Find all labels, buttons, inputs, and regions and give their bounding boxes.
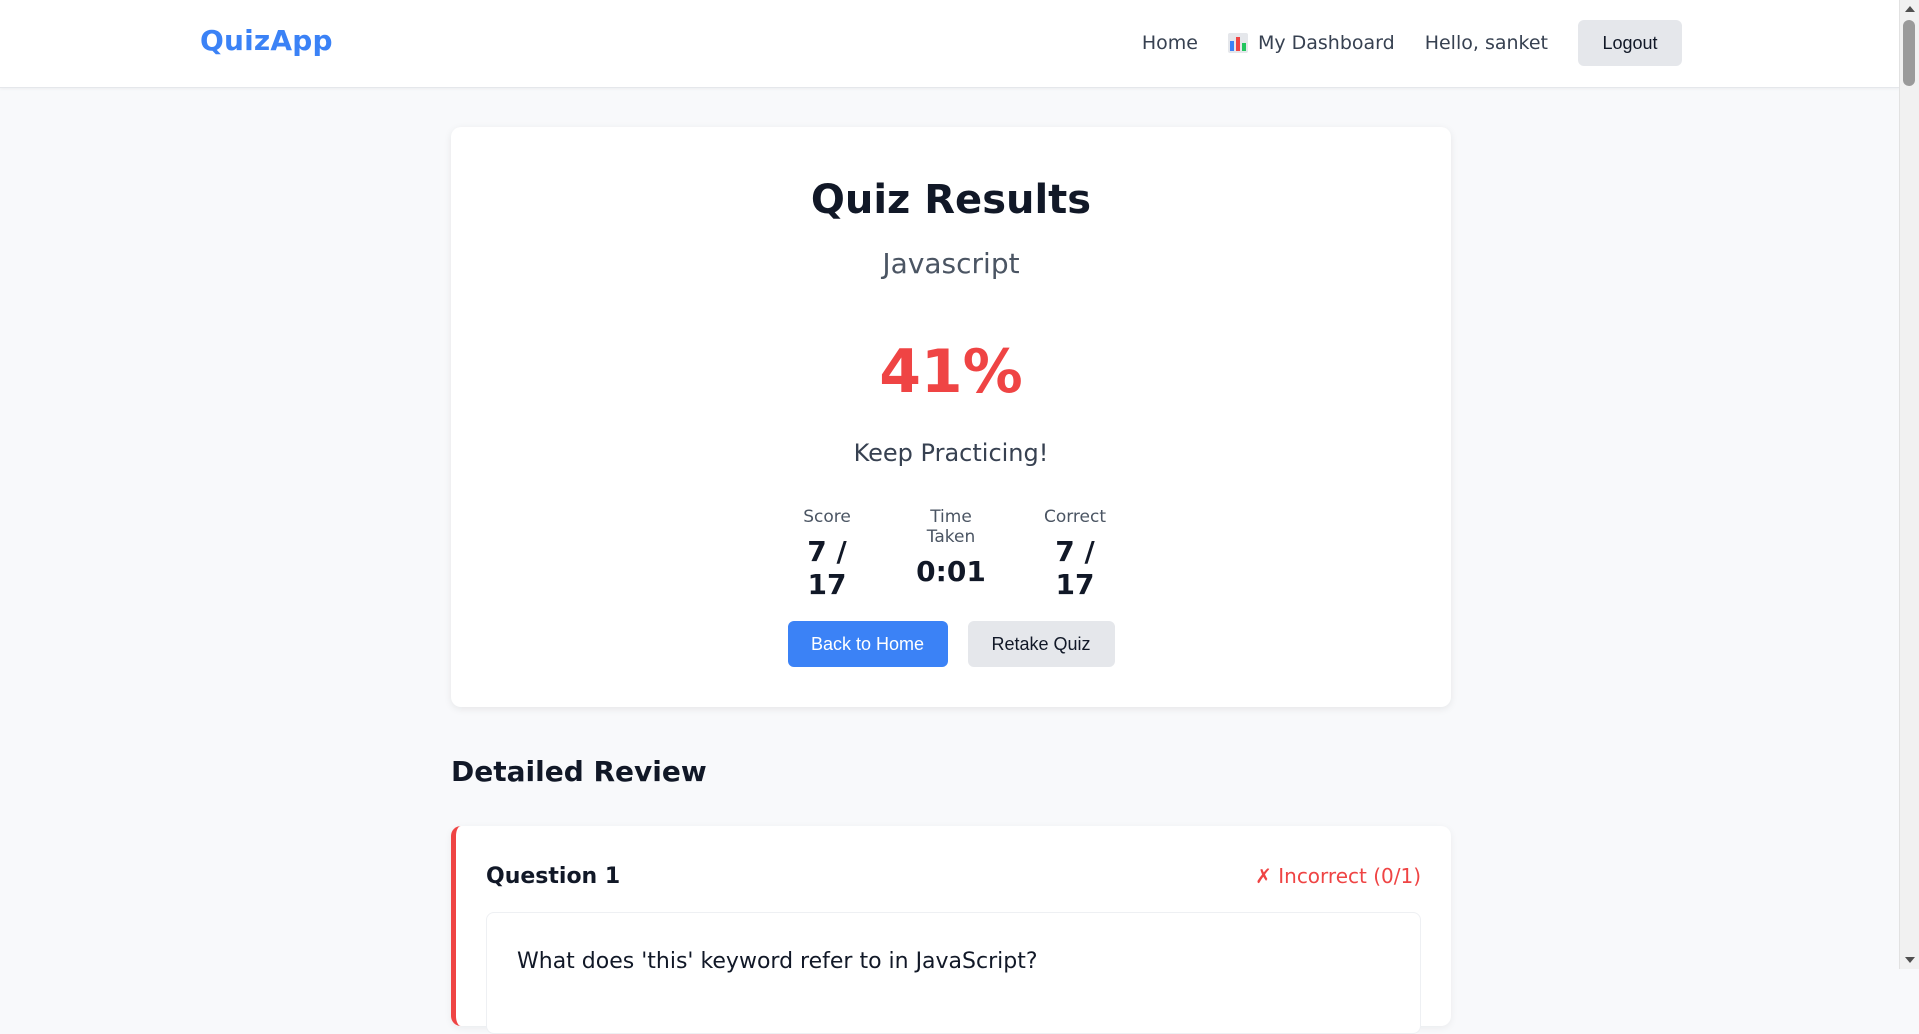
scroll-up-icon[interactable] [1905,6,1915,12]
result-actions: Back to Home Retake Quiz [451,621,1451,667]
results-title: Quiz Results [810,177,1092,223]
nav-dashboard-label: My Dashboard [1257,32,1395,54]
brand-logo[interactable]: QuizApp [200,24,333,57]
logout-button[interactable]: Logout [1578,20,1682,66]
stat-time-value: 0:01 [916,555,986,588]
stat-score: Score 7 / 17 [786,507,868,601]
nav-home-link[interactable]: Home [1142,32,1198,54]
score-percent: 41% [879,337,1023,407]
stat-time: Time Taken 0:01 [906,507,996,601]
question-text: What does 'this' keyword refer to in Jav… [517,949,1038,974]
nav-links: Home My Dashboard Hello, sanket Logout [1112,20,1682,66]
bar-chart-icon [1227,33,1248,53]
results-card: Quiz Results Javascript 41% Keep Practic… [451,127,1451,707]
scroll-thumb[interactable] [1903,20,1915,86]
scroll-down-icon[interactable] [1905,957,1915,963]
nav-dashboard-link[interactable]: My Dashboard [1227,32,1395,54]
stat-score-value: 7 / 17 [807,535,847,601]
stat-correct: Correct 7 / 17 [1034,507,1116,601]
detailed-review-heading: Detailed Review [451,755,707,788]
stat-time-label: Time Taken [926,507,976,547]
quiz-topic: Javascript [882,247,1020,280]
back-to-home-button[interactable]: Back to Home [787,621,948,667]
question-body: What does 'this' keyword refer to in Jav… [486,912,1421,1034]
question-status-incorrect: ✗ Incorrect (0/1) [1255,864,1421,888]
question-card: Question 1 ✗ Incorrect (0/1) What does '… [451,826,1451,1034]
stat-correct-label: Correct [1043,507,1107,527]
retake-quiz-button[interactable]: Retake Quiz [967,621,1115,667]
result-message: Keep Practicing! [853,439,1049,467]
stat-score-label: Score [803,507,851,527]
nav-home-label: Home [1141,32,1198,54]
stats-row: Score 7 / 17 Time Taken 0:01 Correct 7 /… [451,507,1451,601]
stat-correct-value: 7 / 17 [1055,535,1095,601]
user-greeting: Hello, sanket [1424,32,1548,54]
page-scrollbar[interactable] [1899,0,1919,969]
question-number: Question 1 [486,864,621,889]
navbar: QuizApp Home My Dashboard Hello, sanket … [0,0,1900,88]
